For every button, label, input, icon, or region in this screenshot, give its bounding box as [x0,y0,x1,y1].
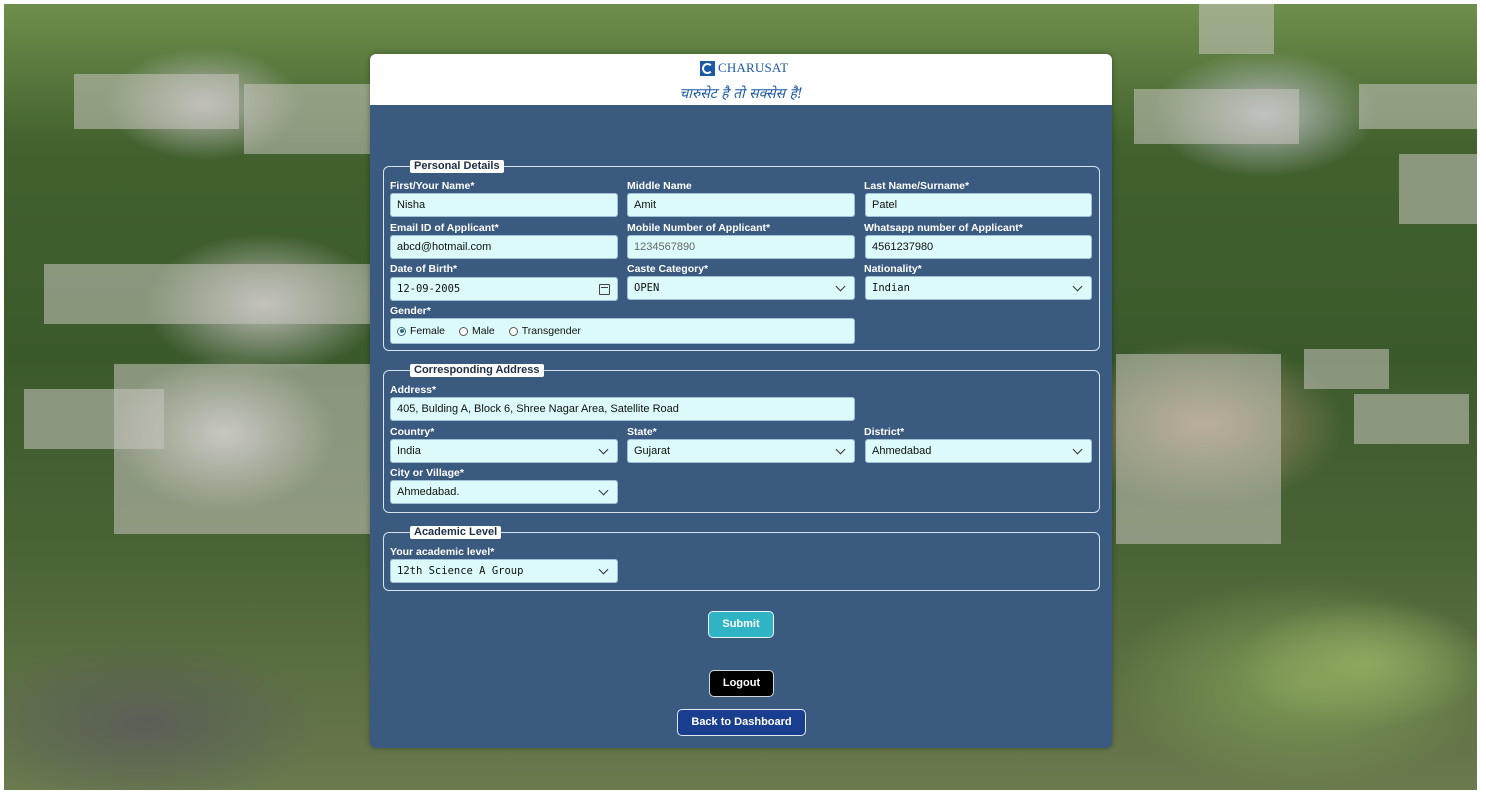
caste-value: OPEN [634,282,660,294]
middle-name-field[interactable]: Amit [627,193,855,217]
radio-icon[interactable] [508,326,518,336]
chevron-down-icon [835,444,846,455]
charusat-logo: CHARUSAT [700,60,788,76]
address-section: Corresponding Address Address* 405, Buld… [383,364,1100,513]
chevron-down-icon [1072,444,1083,455]
radio-icon[interactable] [459,326,469,336]
chevron-down-icon [598,564,609,575]
calendar-icon[interactable] [599,284,610,295]
first-name-label: First/Your Name* [390,180,475,192]
caste-label: Caste Category* [627,263,709,275]
gender-option-female[interactable]: Female [397,325,445,337]
gender-options: Female Male Transgender [391,324,595,338]
charusat-logo-icon [700,60,715,76]
middle-name-label: Middle Name [627,180,692,192]
dob-value: 12-09-2005 [397,283,461,295]
academic-level-label: Your academic level* [390,546,495,558]
last-name-label: Last Name/Surname* [864,180,970,192]
gender-label: Gender* [390,305,431,317]
section-legend: Corresponding Address [410,364,544,377]
whatsapp-field[interactable]: 4561237980 [865,235,1092,259]
logo-text: CHARUSAT [718,60,789,75]
gender-female-label: Female [410,325,446,337]
personal-details-section: Personal Details First/Your Name* Nisha … [383,160,1100,351]
last-name-field[interactable]: Patel [865,193,1092,217]
nationality-label: Nationality* [864,263,922,275]
registration-form-panel: CHARUSAT चारुसेट है तो सक्सेस है! Person… [370,54,1112,748]
country-select[interactable]: India [390,439,618,463]
gender-option-transgender[interactable]: Transgender [508,325,581,337]
academic-level-select[interactable]: 12th Science A Group [390,559,618,583]
email-label: Email ID of Applicant* [390,222,499,234]
academic-level-section: Academic Level Your academic level* 12th… [383,526,1100,591]
country-label: Country* [390,426,435,438]
address-label: Address* [390,384,437,396]
dob-label: Date of Birth* [390,263,458,275]
mobile-label: Mobile Number of Applicant* [627,222,771,234]
first-name-field[interactable]: Nisha [390,193,618,217]
state-select[interactable]: Gujarat [627,439,855,463]
city-label: City or Village* [390,467,464,479]
form-header: CHARUSAT चारुसेट है तो सक्सेस है! [370,54,1112,105]
nationality-select[interactable]: Indian [865,276,1092,300]
gender-transgender-label: Transgender [521,325,581,337]
district-label: District* [864,426,905,438]
mobile-field[interactable]: 1234567890 [627,235,855,259]
nationality-value: Indian [872,282,910,294]
dob-field[interactable]: 12-09-2005 [390,277,618,301]
caste-select[interactable]: OPEN [627,276,855,300]
email-field[interactable]: abcd@hotmail.com [390,235,618,259]
chevron-down-icon [835,281,846,292]
tagline: चारुसेट है तो सक्सेस है! [679,86,803,102]
logout-button[interactable]: Logout [709,670,774,697]
whatsapp-label: Whatsapp number of Applicant* [864,222,1023,234]
chevron-down-icon [598,485,609,496]
country-value: India [397,445,421,457]
district-value: Ahmedabad [872,445,932,457]
section-legend: Personal Details [410,160,504,173]
chevron-down-icon [598,444,609,455]
district-select[interactable]: Ahmedabad [865,439,1092,463]
gender-male-label: Male [472,325,495,337]
city-value: Ahmedabad. [397,486,460,498]
city-select[interactable]: Ahmedabad. [390,480,618,504]
chevron-down-icon [1072,281,1083,292]
address-field[interactable]: 405, Bulding A, Block 6, Shree Nagar Are… [390,397,855,421]
radio-selected-icon[interactable] [397,326,406,336]
back-to-dashboard-button[interactable]: Back to Dashboard [677,709,806,736]
submit-button[interactable]: Submit [708,611,774,638]
section-legend: Academic Level [410,526,502,539]
gender-option-male[interactable]: Male [459,325,495,337]
academic-level-value: 12th Science A Group [397,565,524,577]
state-label: State* [627,426,657,438]
state-value: Gujarat [634,445,671,457]
